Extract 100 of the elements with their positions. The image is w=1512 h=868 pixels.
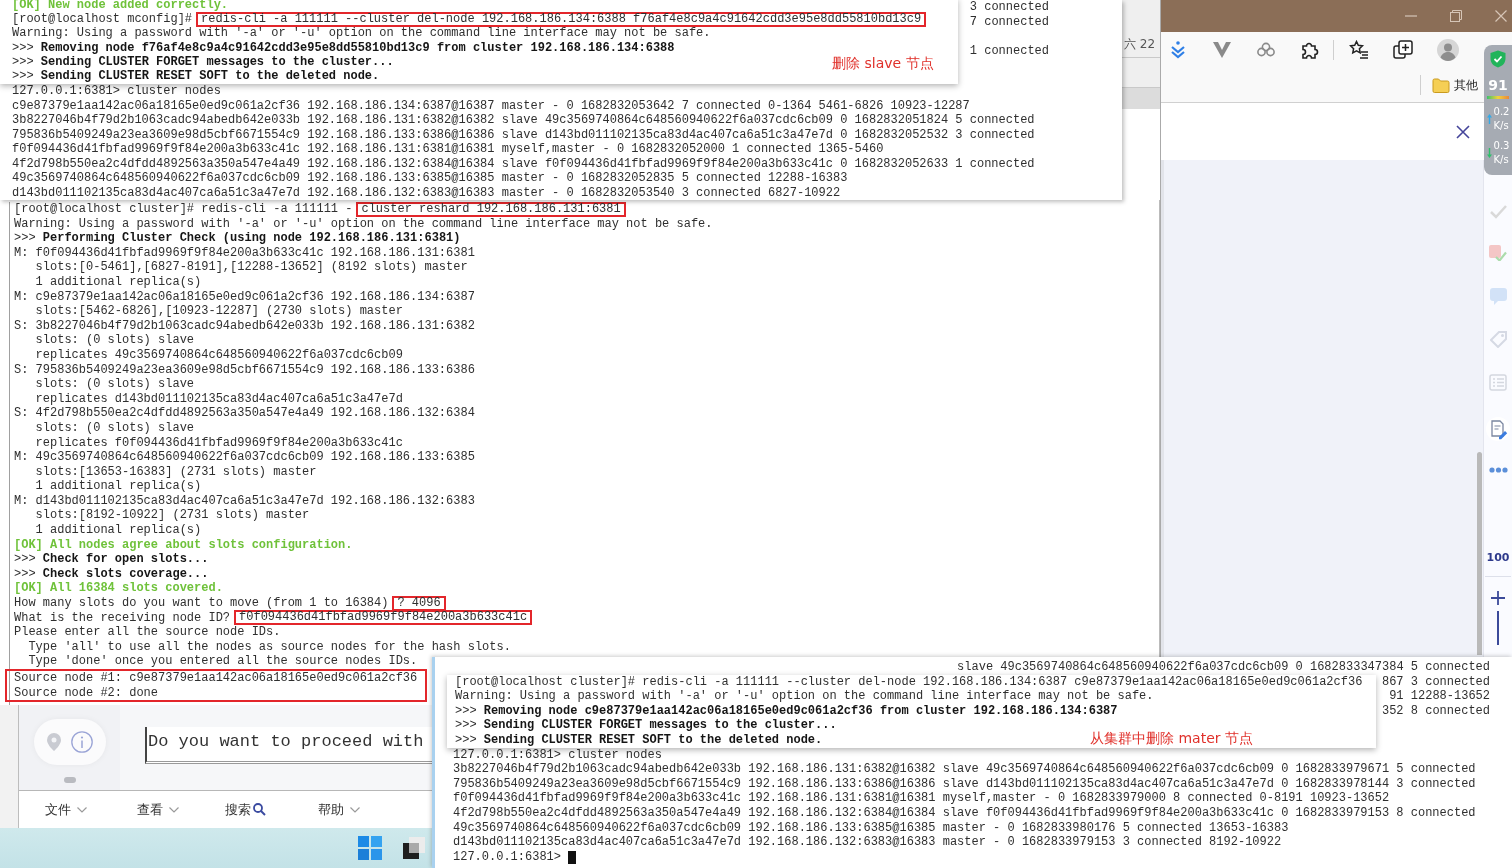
avatar-icon[interactable] <box>1437 39 1459 61</box>
close-icon[interactable] <box>1456 124 1470 139</box>
terminal-line: S: 4f2d798b550ea2c4dfdd4892563a350a547e4a49 192.168.186.132:6384 <box>14 406 475 421</box>
cursor-icon <box>568 850 577 864</box>
text-field[interactable]: Do you want to proceed with <box>145 727 432 764</box>
terminal-prompt: What is the receiving node ID? <box>14 610 231 626</box>
terminal-prompt: [root@localhost cluster]# redis-cli -a 111111 - <box>14 202 353 217</box>
terminal-line: 1 additional replica(s) <box>34 479 202 494</box>
terminal-line: slots:[0-5461],[6827-8191],[12288-13652] (8192 slots) master <box>34 260 468 275</box>
info-icon[interactable] <box>70 731 93 753</box>
menu-item[interactable]: 帮助 <box>318 800 360 819</box>
terminal-line: 3b8227046b4f79d2b1063cadc94abedb642e033b 192.168.186.131:6382@16382 slave 49c3569740864c648560940622f6a037cdc6cb09 0 1682832051824 5 connected <box>12 113 1035 128</box>
terminal-line: slots:[5462-6826],[10923-12287] (2730 slots) master <box>34 304 403 319</box>
menu-item[interactable]: 查看 <box>137 800 179 819</box>
terminal-line: S: 795836b5409249a23ea3609e98d5cbf6671554c9 192.168.186.133:6386 <box>14 362 475 378</box>
terminal-prompt: [root@localhost mconfig]# <box>12 12 193 27</box>
terminal-line: S: 3b8227046b4f79d2b1063cadc94abedb642e033b 192.168.186.131:6382 <box>14 318 475 334</box>
score-text: 91 <box>1488 77 1508 93</box>
rate-unit: K/s <box>1493 119 1510 133</box>
search-icon <box>253 803 266 816</box>
status-line: [OK] New node added correctly. <box>12 0 229 13</box>
terminal-line: Warning: Using a password with '-a' or '-u' option on the command line interface may not be safe. <box>14 216 713 232</box>
terminal-line: 1 additional replica(s) <box>34 274 202 290</box>
terminal-line: 795836b5409249a23ea3609e98d5cbf6671554c9 192.168.186.133:6386@16386 slave d143bd011102135ca83d4ac407ca6a51c3a47e7d 0 1682832052532 3 connected <box>12 127 1035 142</box>
annotation-label: 从集群中删除 mater 节点 <box>1090 729 1253 747</box>
zoom-level: 100 <box>1486 551 1510 564</box>
terminal-line: d143bd011102135ca83d4ac407ca6a51c3a47e7d 192.168.186.132:6383@16383 master - 0 1682833979153 3 connected 8192-10922 <box>453 835 1282 850</box>
menu-item[interactable]: 文件 <box>45 800 87 819</box>
bookmark-folder[interactable]: 其他 <box>1432 76 1478 94</box>
terminal-line: 3b8227046b4f79d2b1063cadc94abedb642e033b 192.168.186.131:6382@16382 slave 49c3569740864c648560940622f6a037cdc6cb09 0 1682833979671 5 connected <box>453 762 1476 777</box>
terminal-line: >>> Sending CLUSTER FORGET messages to the cluster... <box>12 54 394 69</box>
scrollbar-thumb[interactable] <box>1477 452 1482 655</box>
terminal-line: f0f094436d41fbfad9969f9f84e200a3b633c41c 192.168.186.131:6381@16381 myself,master - 0 1682832052000 1 connected 1365-5460 <box>12 142 884 157</box>
terminal-line: slots:[13653-16383] (2731 slots) master <box>34 464 317 480</box>
start-icon[interactable] <box>358 836 382 860</box>
terminal-line: 127.0.0.1:6381> cluster nodes <box>453 747 662 763</box>
up-arrow-icon <box>1486 114 1492 124</box>
terminal-line: slave 49c3569740864c648560940622f6a037cdc6cb09 0 1682833347384 5 connected <box>957 660 1490 675</box>
squares-plus-icon[interactable] <box>1393 40 1413 60</box>
terminal-line: >>> Sending CLUSTER RESET SOFT to the deleted node. <box>455 732 823 748</box>
puzzle-icon[interactable] <box>1300 40 1320 60</box>
terminal-line: M: d143bd011102135ca83d4ac407ca6a51c3a47e7d 192.168.186.132:6383 <box>14 493 475 509</box>
calendar-check-icon[interactable] <box>1489 245 1507 261</box>
chevron-down-icon <box>169 806 179 813</box>
highlighted-text: cluster reshard 192.168.186.131:6381 <box>356 201 626 217</box>
terminal-line: M: f0f094436d41fbfad9969f9f84e200a3b633c41c 192.168.186.131:6381 <box>14 245 475 261</box>
date-text: 六 22 <box>1124 37 1156 52</box>
check-icon[interactable] <box>1489 203 1507 219</box>
terminal-line: 49c3569740864c648560940622f6a037cdc6cb09 192.168.186.133:6385@16385 master - 0 1682833980176 5 connected 13653-16383 <box>453 820 1289 836</box>
menu-item[interactable]: 搜索 <box>225 800 266 819</box>
pin-icon[interactable] <box>46 733 61 751</box>
terminal-line: 352 8 connected <box>1381 703 1490 719</box>
folder-icon <box>1432 77 1450 93</box>
highlighted-text: redis-cli -a 111111 --cluster del-node 192.168.186.134:6388 f76af4e8c9a4c91642cdd3e95e8dd55810bd13c9 <box>196 11 927 27</box>
terminal-line: replicates 49c3569740864c648560940622f6a037cdc6cb09 <box>34 347 403 363</box>
rate-value: 0.2 <box>1493 105 1510 119</box>
terminal-line: >>> Removing node c9e87379e1aa142ac06a18165e0ed9c061a2cf36 from cluster 192.168.186.134:6387 <box>455 703 1118 719</box>
terminal-line: d143bd011102135ca83d4ac407ca6a51c3a47e7d 192.168.186.132:6383@16383 master - 0 1682832053540 3 connected 6827-10922 <box>12 185 841 200</box>
terminal-line: 4f2d798b550ea2c4dfdd4892563a350a547e4a49 192.168.186.132:6384@16384 slave f0f094436d41fbfad9969f9f84e200a3b633c41c 0 1682832052633 1 connected <box>12 156 1035 171</box>
chevron-down-icon <box>350 806 360 813</box>
terminal-line: f0f094436d41fbfad9969f9f84e200a3b633c41c 192.168.186.131:6381@16381 myself,master - 0 1682833979000 8 connected 0-8191 10923-13652 <box>453 791 1390 806</box>
terminal-line: Source node #1: c9e87379e1aa142ac06a18165e0ed9c061a2cf36 <box>14 671 418 686</box>
more-dots-icon[interactable] <box>1488 467 1508 473</box>
rate-value: 0.3 <box>1493 139 1510 153</box>
app-icon[interactable] <box>403 837 425 859</box>
rate-unit: K/s <box>1493 153 1510 167</box>
chevron-down-icon <box>77 806 87 813</box>
highlighted-text: f0f094436d41fbfad9969f9f84e200a3b633c41c <box>234 610 533 626</box>
terminal-line: 867 3 connected <box>1381 674 1490 690</box>
v-shape-icon[interactable] <box>1212 40 1232 60</box>
drag-handle-icon[interactable] <box>63 777 76 783</box>
terminal-line: replicates f0f094436d41fbfad9969f9f84e200a3b633c41c <box>34 435 403 451</box>
terminal-line: slots: (0 slots) slave <box>34 420 195 436</box>
terminal-line: >>> Performing Cluster Check (using node 192.168.186.131:6381) <box>14 231 461 246</box>
terminal-line: 49c3569740864c648560940622f6a037cdc6cb09 192.168.186.133:6385@16385 master - 0 1682832052835 5 connected 12288-16383 <box>12 171 848 186</box>
terminal-line: M: c9e87379e1aa142ac06a18165e0ed9c061a2cf36 192.168.186.134:6387 <box>14 289 475 305</box>
terminal-line: [root@localhost cluster]# redis-cli -a 111111 --cluster del-node 192.168.186.134:6387 c9e87379e1aa142ac06a18165e0ed9c061a2cf36 <box>455 674 1363 690</box>
terminal-line: slots: (0 slots) slave <box>34 377 195 392</box>
highlighted-text: ? 4096 <box>392 595 446 611</box>
terminal-line: >>> Sending CLUSTER FORGET messages to the cluster... <box>455 718 837 733</box>
terminal-prompt: 127.0.0.1:6381> <box>453 849 562 865</box>
terminal-line: replicates d143bd011102135ca83d4ac407ca6a51c3a47e7d <box>34 391 403 407</box>
terminal-line: Source node #2: done <box>14 685 159 701</box>
terminal-line: slots: (0 slots) slave <box>34 333 195 348</box>
status-line: [OK] All 16384 slots covered. <box>14 581 223 597</box>
terminal-line: Warning: Using a password with '-a' or '-u' option on the command line interface may not be safe. <box>455 689 1154 704</box>
terminal-line: 127.0.0.1:6381> cluster nodes <box>12 84 221 99</box>
terminal-line: >>> Check for open slots... <box>14 552 209 567</box>
terminal-line: 4f2d798b550ea2c4dfdd4892563a350a547e4a49 192.168.186.132:6384@16384 slave f0f094436d41fbfad9969f9f84e200a3b633c41c 0 1682833979153 8 connected <box>453 805 1476 821</box>
plus-icon[interactable] <box>1491 591 1505 605</box>
terminal-line: c9e87379e1aa142ac06a18165e0ed9c061a2cf36 192.168.186.134:6387@16387 master - 0 1682832053642 7 connected 0-1364 5461-6826 10923-12287 <box>12 98 970 113</box>
annotation-label: 删除 slave 节点 <box>832 55 934 72</box>
terminal-line: Type 'done' once you entered all the source nodes IDs. <box>27 654 418 669</box>
terminal-line: M: 49c3569740864c648560940622f6a037cdc6cb09 192.168.186.133:6385 <box>14 450 475 465</box>
terminal-line: Warning: Using a password with '-a' or '-u' option on the command line interface may not be safe. <box>12 26 711 41</box>
star-list-icon[interactable] <box>1349 40 1369 60</box>
restore-icon[interactable] <box>1450 10 1462 22</box>
terminal-line: >>> Check slots coverage... <box>14 566 209 582</box>
score-bar <box>1487 96 1509 99</box>
terminal-prompt: How many slots do you want to move (from 1 to 16384) <box>14 596 389 611</box>
